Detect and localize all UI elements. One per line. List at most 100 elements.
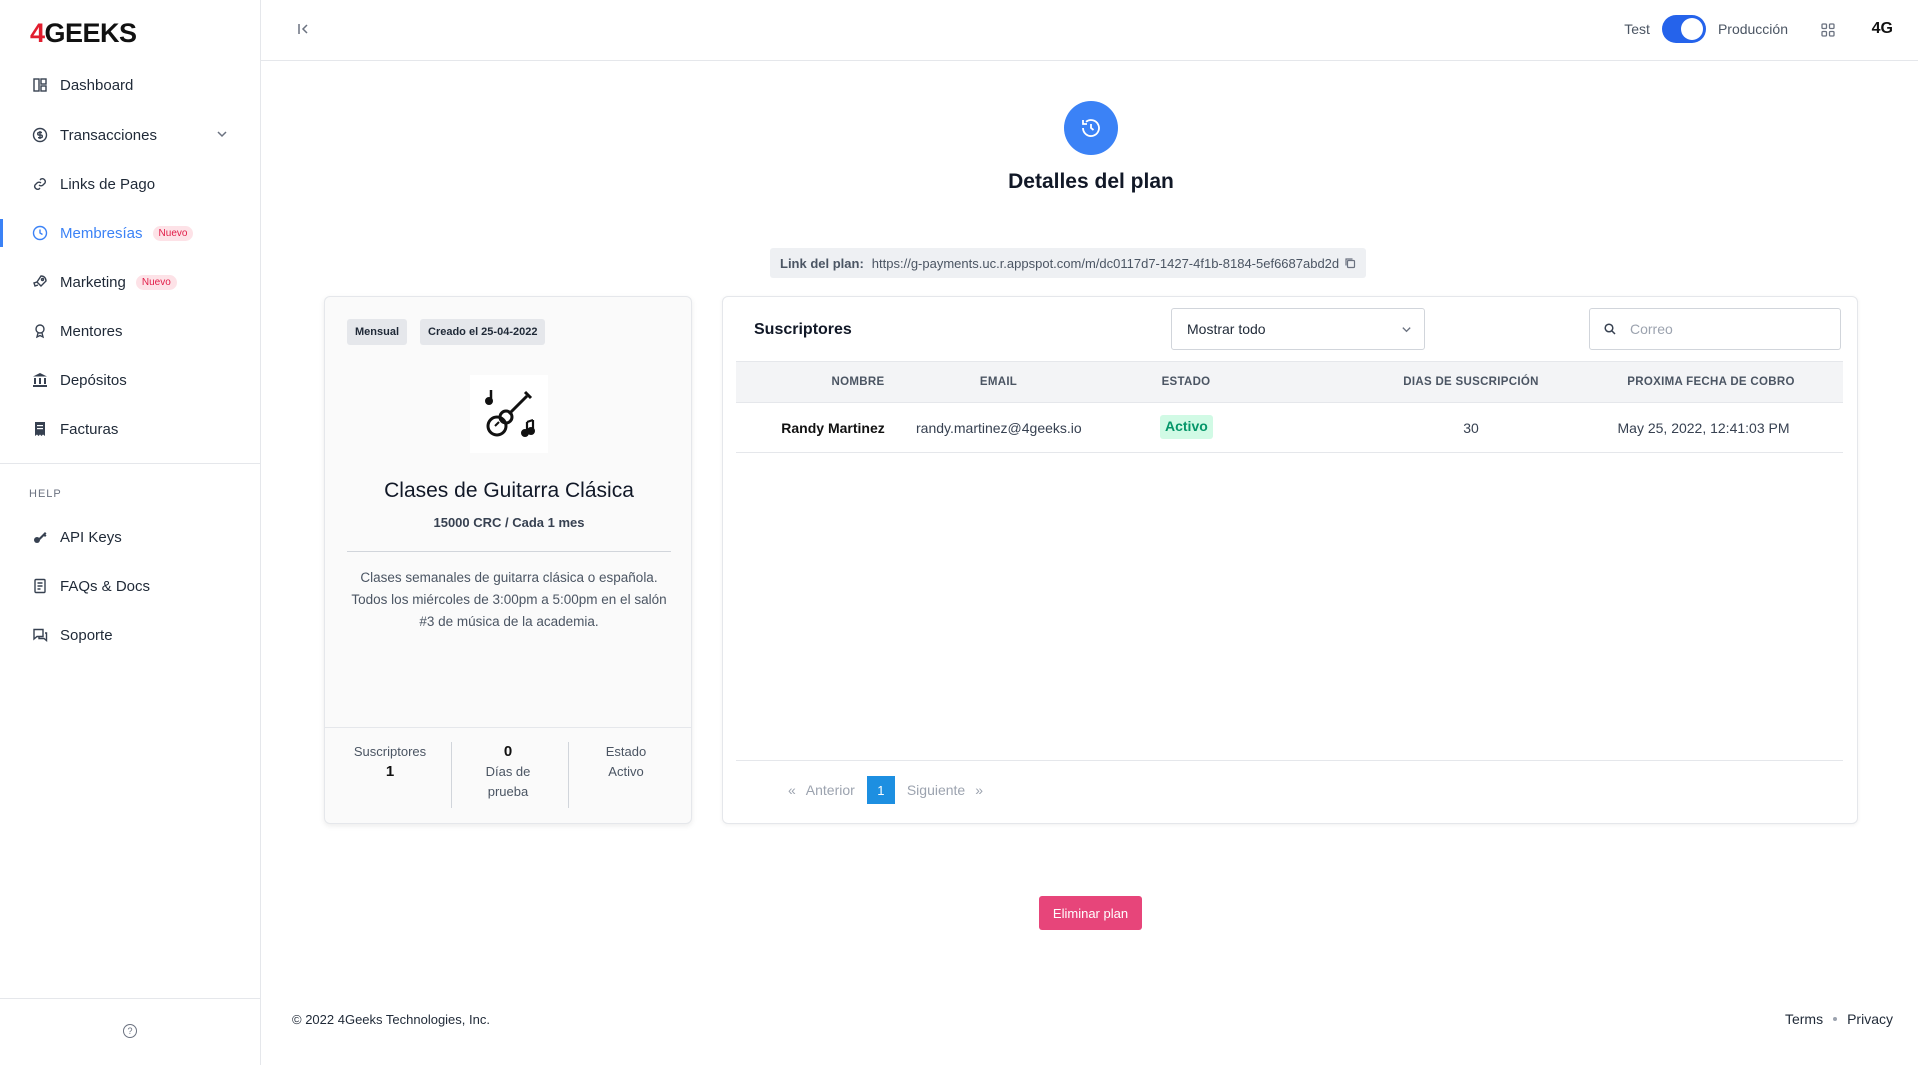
subscribers-table: NOMBRE EMAIL ESTADO DIAS DE SUSCRIPCIÓN … bbox=[736, 361, 1843, 761]
chevron-down-icon bbox=[1402, 327, 1411, 333]
sidebar-item-dashboard[interactable]: Dashboard bbox=[0, 65, 260, 105]
sidebar: 4GEEKS Dashboard Transacciones Links de … bbox=[0, 0, 261, 1065]
footer-links: Terms Privacy bbox=[1785, 1011, 1893, 1027]
subscriber-name: Randy Martinez bbox=[781, 420, 885, 436]
key-icon bbox=[32, 529, 48, 545]
column-header-days[interactable]: DIAS DE SUSCRIPCIÓN bbox=[1381, 376, 1561, 388]
guitar-icon bbox=[470, 375, 548, 453]
filter-value: Mostrar todo bbox=[1187, 321, 1266, 337]
footer-copyright: © 2022 4Geeks Technologies, Inc. bbox=[292, 1012, 490, 1027]
sidebar-item-label: Marketing bbox=[60, 273, 126, 291]
sidebar-item-label: Soporte bbox=[60, 626, 113, 644]
table-row[interactable]: Randy Martinez randy.martinez@4geeks.io … bbox=[736, 403, 1843, 453]
sidebar-item-api-keys[interactable]: API Keys bbox=[0, 517, 260, 557]
plan-card: Mensual Creado el 25-04-2022 Clases de G… bbox=[324, 296, 692, 824]
stat-label: Estado bbox=[605, 744, 647, 759]
stat-trial-days: 0 Días de prueba bbox=[453, 742, 563, 802]
page-title: Detalles del plan bbox=[1008, 170, 1174, 193]
sidebar-item-depositos[interactable]: Depósitos bbox=[0, 360, 260, 400]
search-box[interactable] bbox=[1589, 308, 1841, 350]
environment-switch: Test Producción bbox=[1624, 15, 1788, 43]
env-test-label: Test bbox=[1624, 21, 1650, 37]
terms-link[interactable]: Terms bbox=[1785, 1011, 1823, 1027]
plan-price: 15000 CRC / Cada 1 mes bbox=[433, 515, 585, 530]
next-page-link[interactable]: Siguiente bbox=[907, 782, 965, 798]
help-icon[interactable]: ? bbox=[123, 1024, 137, 1038]
chat-icon bbox=[32, 627, 48, 643]
plan-clock-icon bbox=[1064, 101, 1118, 155]
column-header-status[interactable]: ESTADO bbox=[1136, 376, 1236, 388]
chevron-down-icon[interactable] bbox=[216, 128, 228, 140]
sidebar-item-label: Transacciones bbox=[60, 126, 157, 144]
next-arrow-icon[interactable]: » bbox=[975, 782, 983, 798]
docs-icon bbox=[32, 578, 48, 594]
help-section-label: HELP bbox=[29, 488, 62, 500]
privacy-link[interactable]: Privacy bbox=[1847, 1011, 1893, 1027]
sidebar-item-facturas[interactable]: Facturas bbox=[0, 409, 260, 449]
email-search-input[interactable] bbox=[1630, 321, 1820, 337]
column-header-name[interactable]: NOMBRE bbox=[793, 376, 923, 388]
apps-grid-icon[interactable] bbox=[1820, 22, 1836, 38]
sidebar-item-soporte[interactable]: Soporte bbox=[0, 615, 260, 655]
dollar-icon bbox=[32, 127, 48, 143]
delete-plan-button[interactable]: Eliminar plan bbox=[1039, 896, 1142, 930]
stat-divider bbox=[451, 742, 452, 808]
dashboard-icon bbox=[32, 77, 48, 93]
column-header-next-charge[interactable]: PROXIMA FECHA DE COBRO bbox=[1606, 376, 1816, 388]
sidebar-item-label: Membresías bbox=[60, 224, 143, 242]
avatar[interactable]: 4G bbox=[1872, 20, 1893, 38]
invoice-icon bbox=[32, 421, 48, 437]
topbar: Test Producción 4G bbox=[261, 0, 1918, 61]
environment-toggle[interactable] bbox=[1661, 15, 1706, 43]
rocket-icon bbox=[32, 274, 48, 290]
stat-label: Días de prueba bbox=[485, 764, 531, 799]
subscriber-email: randy.martinez@4geeks.io bbox=[916, 420, 1082, 436]
plan-link-box: Link del plan: https://g-payments.uc.r.a… bbox=[770, 248, 1367, 278]
sidebar-item-mentores[interactable]: Mentores bbox=[0, 311, 260, 351]
bank-icon bbox=[32, 372, 48, 388]
sidebar-item-label: Dashboard bbox=[60, 76, 134, 94]
sidebar-item-label: API Keys bbox=[60, 528, 122, 546]
stat-value: 0 bbox=[503, 743, 513, 760]
stat-divider bbox=[568, 742, 569, 808]
pagination: « Anterior 1 Siguiente » bbox=[788, 776, 983, 804]
footer-dot bbox=[1833, 1017, 1838, 1021]
created-date-tag: Creado el 25-04-2022 bbox=[420, 319, 546, 345]
new-badge: Nuevo bbox=[135, 274, 177, 290]
plan-link-url[interactable]: https://g-payments.uc.r.appspot.com/m/dc… bbox=[872, 256, 1339, 271]
plan-stats: Suscriptores 1 0 Días de prueba Estado A… bbox=[325, 727, 691, 823]
frequency-tag: Mensual bbox=[347, 319, 408, 345]
stat-value: Activo bbox=[608, 764, 644, 779]
toggle-knob bbox=[1680, 18, 1703, 40]
search-icon bbox=[1604, 323, 1616, 335]
sidebar-item-label: Depósitos bbox=[60, 371, 127, 389]
prev-arrow-icon[interactable]: « bbox=[788, 782, 796, 798]
status-badge: Activo bbox=[1160, 415, 1213, 439]
collapse-sidebar-icon[interactable] bbox=[295, 21, 311, 37]
table-header: NOMBRE EMAIL ESTADO DIAS DE SUSCRIPCIÓN … bbox=[736, 361, 1843, 403]
subscribers-title: Suscriptores bbox=[754, 321, 852, 338]
copy-icon[interactable] bbox=[1344, 257, 1356, 269]
stat-status: Estado Activo bbox=[571, 742, 681, 782]
plan-link-label: Link del plan: bbox=[780, 255, 864, 271]
subscription-days: 30 bbox=[1463, 420, 1479, 436]
env-production-label: Producción bbox=[1717, 21, 1788, 37]
prev-page-link[interactable]: Anterior bbox=[806, 782, 855, 798]
sidebar-item-marketing[interactable]: Marketing Nuevo bbox=[0, 262, 260, 302]
brand-logo[interactable]: 4GEEKS bbox=[30, 18, 137, 49]
status-filter-select[interactable]: Mostrar todo bbox=[1171, 308, 1425, 350]
plan-name: Clases de Guitarra Clásica bbox=[384, 479, 634, 502]
sidebar-item-label: Mentores bbox=[60, 322, 123, 340]
sidebar-item-faqs-docs[interactable]: FAQs & Docs bbox=[0, 566, 260, 606]
award-icon bbox=[32, 323, 48, 339]
sidebar-item-transacciones[interactable]: Transacciones bbox=[0, 115, 260, 155]
subscribers-panel: Suscriptores Mostrar todo NOMBRE EMAIL E… bbox=[722, 296, 1858, 824]
card-divider bbox=[347, 551, 671, 552]
column-header-email[interactable]: EMAIL bbox=[916, 376, 1081, 388]
stat-value: 1 bbox=[385, 763, 395, 780]
stat-subscribers: Suscriptores 1 bbox=[335, 742, 445, 782]
page-number-current[interactable]: 1 bbox=[866, 776, 895, 804]
sidebar-divider bbox=[0, 463, 260, 464]
plan-description: Clases semanales de guitarra clásica o e… bbox=[351, 570, 667, 629]
sidebar-item-membresias[interactable]: Membresías Nuevo bbox=[0, 213, 260, 253]
